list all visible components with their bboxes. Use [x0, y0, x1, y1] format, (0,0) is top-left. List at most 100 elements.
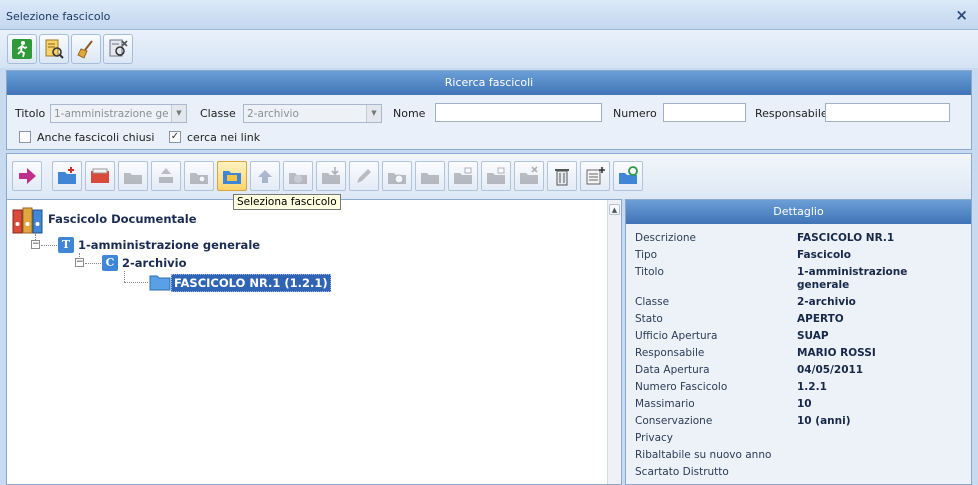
detail-value: APERTO: [797, 313, 844, 325]
detail-value: FASCICOLO NR.1: [797, 232, 895, 244]
classe-label: Classe: [200, 107, 236, 120]
undo-button[interactable]: [250, 161, 280, 191]
responsabile-input[interactable]: [825, 103, 950, 122]
clear-button[interactable]: [71, 34, 101, 64]
cancel-search-button[interactable]: [103, 34, 133, 64]
folder-search-button[interactable]: [184, 161, 214, 191]
cerca-link-label: cerca nei link: [187, 131, 261, 144]
scroll-up-icon[interactable]: ▲: [609, 204, 620, 215]
undo-icon: [258, 170, 272, 183]
edit-button[interactable]: [349, 161, 379, 191]
tree-root[interactable]: Fascicolo Documentale: [48, 212, 197, 226]
tree-node-fascicolo[interactable]: FASCICOLO NR.1 (1.2.1): [171, 274, 331, 292]
folder-download-icon: [322, 167, 340, 184]
tree-scrollbar[interactable]: ▲: [607, 200, 621, 484]
classe-select-value: 2-archivio: [247, 108, 299, 120]
detail-label: Scartato Distrutto: [635, 466, 729, 478]
folder-open-icon: [91, 168, 109, 183]
classe-badge-icon: C: [102, 255, 118, 271]
trash-icon: [555, 169, 569, 186]
remove-button[interactable]: [283, 161, 313, 191]
chevron-down-icon[interactable]: ▼: [171, 105, 186, 122]
titolo-select[interactable]: 1-amministrazione genera ▼: [50, 104, 187, 123]
list-add-button[interactable]: [580, 161, 610, 191]
list-add-icon: [586, 167, 605, 185]
titolo-label: Titolo: [15, 107, 46, 120]
trash-button[interactable]: [547, 161, 577, 191]
detail-label: Ribaltabile su nuovo anno: [635, 449, 772, 461]
image-button[interactable]: [415, 161, 445, 191]
detail-label: Tipo: [635, 249, 658, 261]
search-document-button[interactable]: [39, 34, 69, 64]
tree-line: [85, 263, 101, 264]
history-button[interactable]: [382, 161, 412, 191]
refresh-folder-button[interactable]: [613, 161, 643, 191]
delete-folder-button[interactable]: [514, 161, 544, 191]
numero-label: Numero: [613, 107, 657, 120]
detail-value: 10 (anni): [797, 415, 851, 427]
binders-icon: [12, 207, 43, 234]
broom-icon: [77, 40, 93, 59]
classe-select[interactable]: 2-archivio ▼: [243, 104, 382, 123]
detail-value: 2-archivio: [797, 296, 856, 308]
detail-label: Classe: [635, 296, 670, 308]
check-button[interactable]: [448, 161, 478, 191]
exit-button[interactable]: [7, 34, 37, 64]
detail-label: Responsabile: [635, 347, 705, 359]
tree-line: [124, 282, 148, 283]
detail-value: 10: [797, 398, 812, 410]
detail-label: Titolo: [635, 266, 664, 278]
detail-label: Massimario: [635, 398, 695, 410]
top-toolbar: [0, 30, 978, 68]
close-icon[interactable]: ×: [955, 6, 968, 24]
detail-value: SUAP: [797, 330, 829, 342]
close-doc-icon: [109, 39, 128, 57]
tree-node-titolo[interactable]: 1-amministrazione generale: [78, 238, 260, 252]
responsabile-label: Responsabile: [755, 107, 828, 120]
clock-icon: [388, 173, 406, 184]
download-button[interactable]: [316, 161, 346, 191]
upload-icon: [159, 168, 173, 183]
move-button[interactable]: [118, 161, 148, 191]
folder-search-icon: [190, 173, 208, 184]
detail-label: Ufficio Apertura: [635, 330, 718, 342]
detail-label: Conservazione: [635, 415, 713, 427]
tooltip: Seleziona fascicolo: [233, 194, 341, 210]
select-folder-button[interactable]: [217, 161, 247, 191]
tree-line: [124, 271, 125, 282]
anche-chiusi-checkbox[interactable]: [19, 131, 31, 143]
new-folder-button[interactable]: [52, 161, 82, 191]
exit-icon: [12, 39, 32, 59]
upload-button[interactable]: [151, 161, 181, 191]
collapse-icon[interactable]: −: [75, 258, 84, 267]
confirm-button[interactable]: [12, 161, 42, 191]
tree-node-classe[interactable]: 2-archivio: [122, 256, 187, 270]
tree-line: [41, 245, 57, 246]
folder-check-icon: [454, 167, 472, 184]
title-bar: Selezione fascicolo ×: [0, 0, 978, 30]
cerca-link-checkbox[interactable]: ✓: [169, 131, 181, 143]
detail-label: Data Apertura: [635, 364, 710, 376]
detail-label: Descrizione: [635, 232, 696, 244]
detail-value: Fascicolo: [797, 249, 851, 261]
folder-delete-icon: [520, 166, 538, 184]
folder-move-icon: [124, 173, 142, 184]
nome-input[interactable]: [435, 103, 602, 122]
folder-add-icon: [58, 167, 76, 184]
arrow-right-icon: [19, 168, 36, 184]
nome-label: Nome: [393, 107, 426, 120]
window-button[interactable]: [481, 161, 511, 191]
search-panel: Ricerca fascicoli Titolo 1-amministrazio…: [6, 70, 972, 150]
titolo-select-value: 1-amministrazione genera: [54, 108, 169, 120]
folder-image-icon: [421, 173, 439, 184]
window-title: Selezione fascicolo: [6, 10, 111, 23]
folder-window-icon: [487, 167, 505, 184]
chevron-down-icon[interactable]: ▼: [366, 105, 381, 122]
detail-label: Numero Fascicolo: [635, 381, 728, 393]
folder-refresh-icon: [619, 166, 638, 184]
detail-label: Privacy: [635, 432, 674, 444]
open-folder-button[interactable]: [85, 161, 115, 191]
collapse-icon[interactable]: −: [31, 240, 40, 249]
numero-input[interactable]: [663, 103, 746, 122]
detail-value: MARIO ROSSI: [797, 347, 876, 359]
